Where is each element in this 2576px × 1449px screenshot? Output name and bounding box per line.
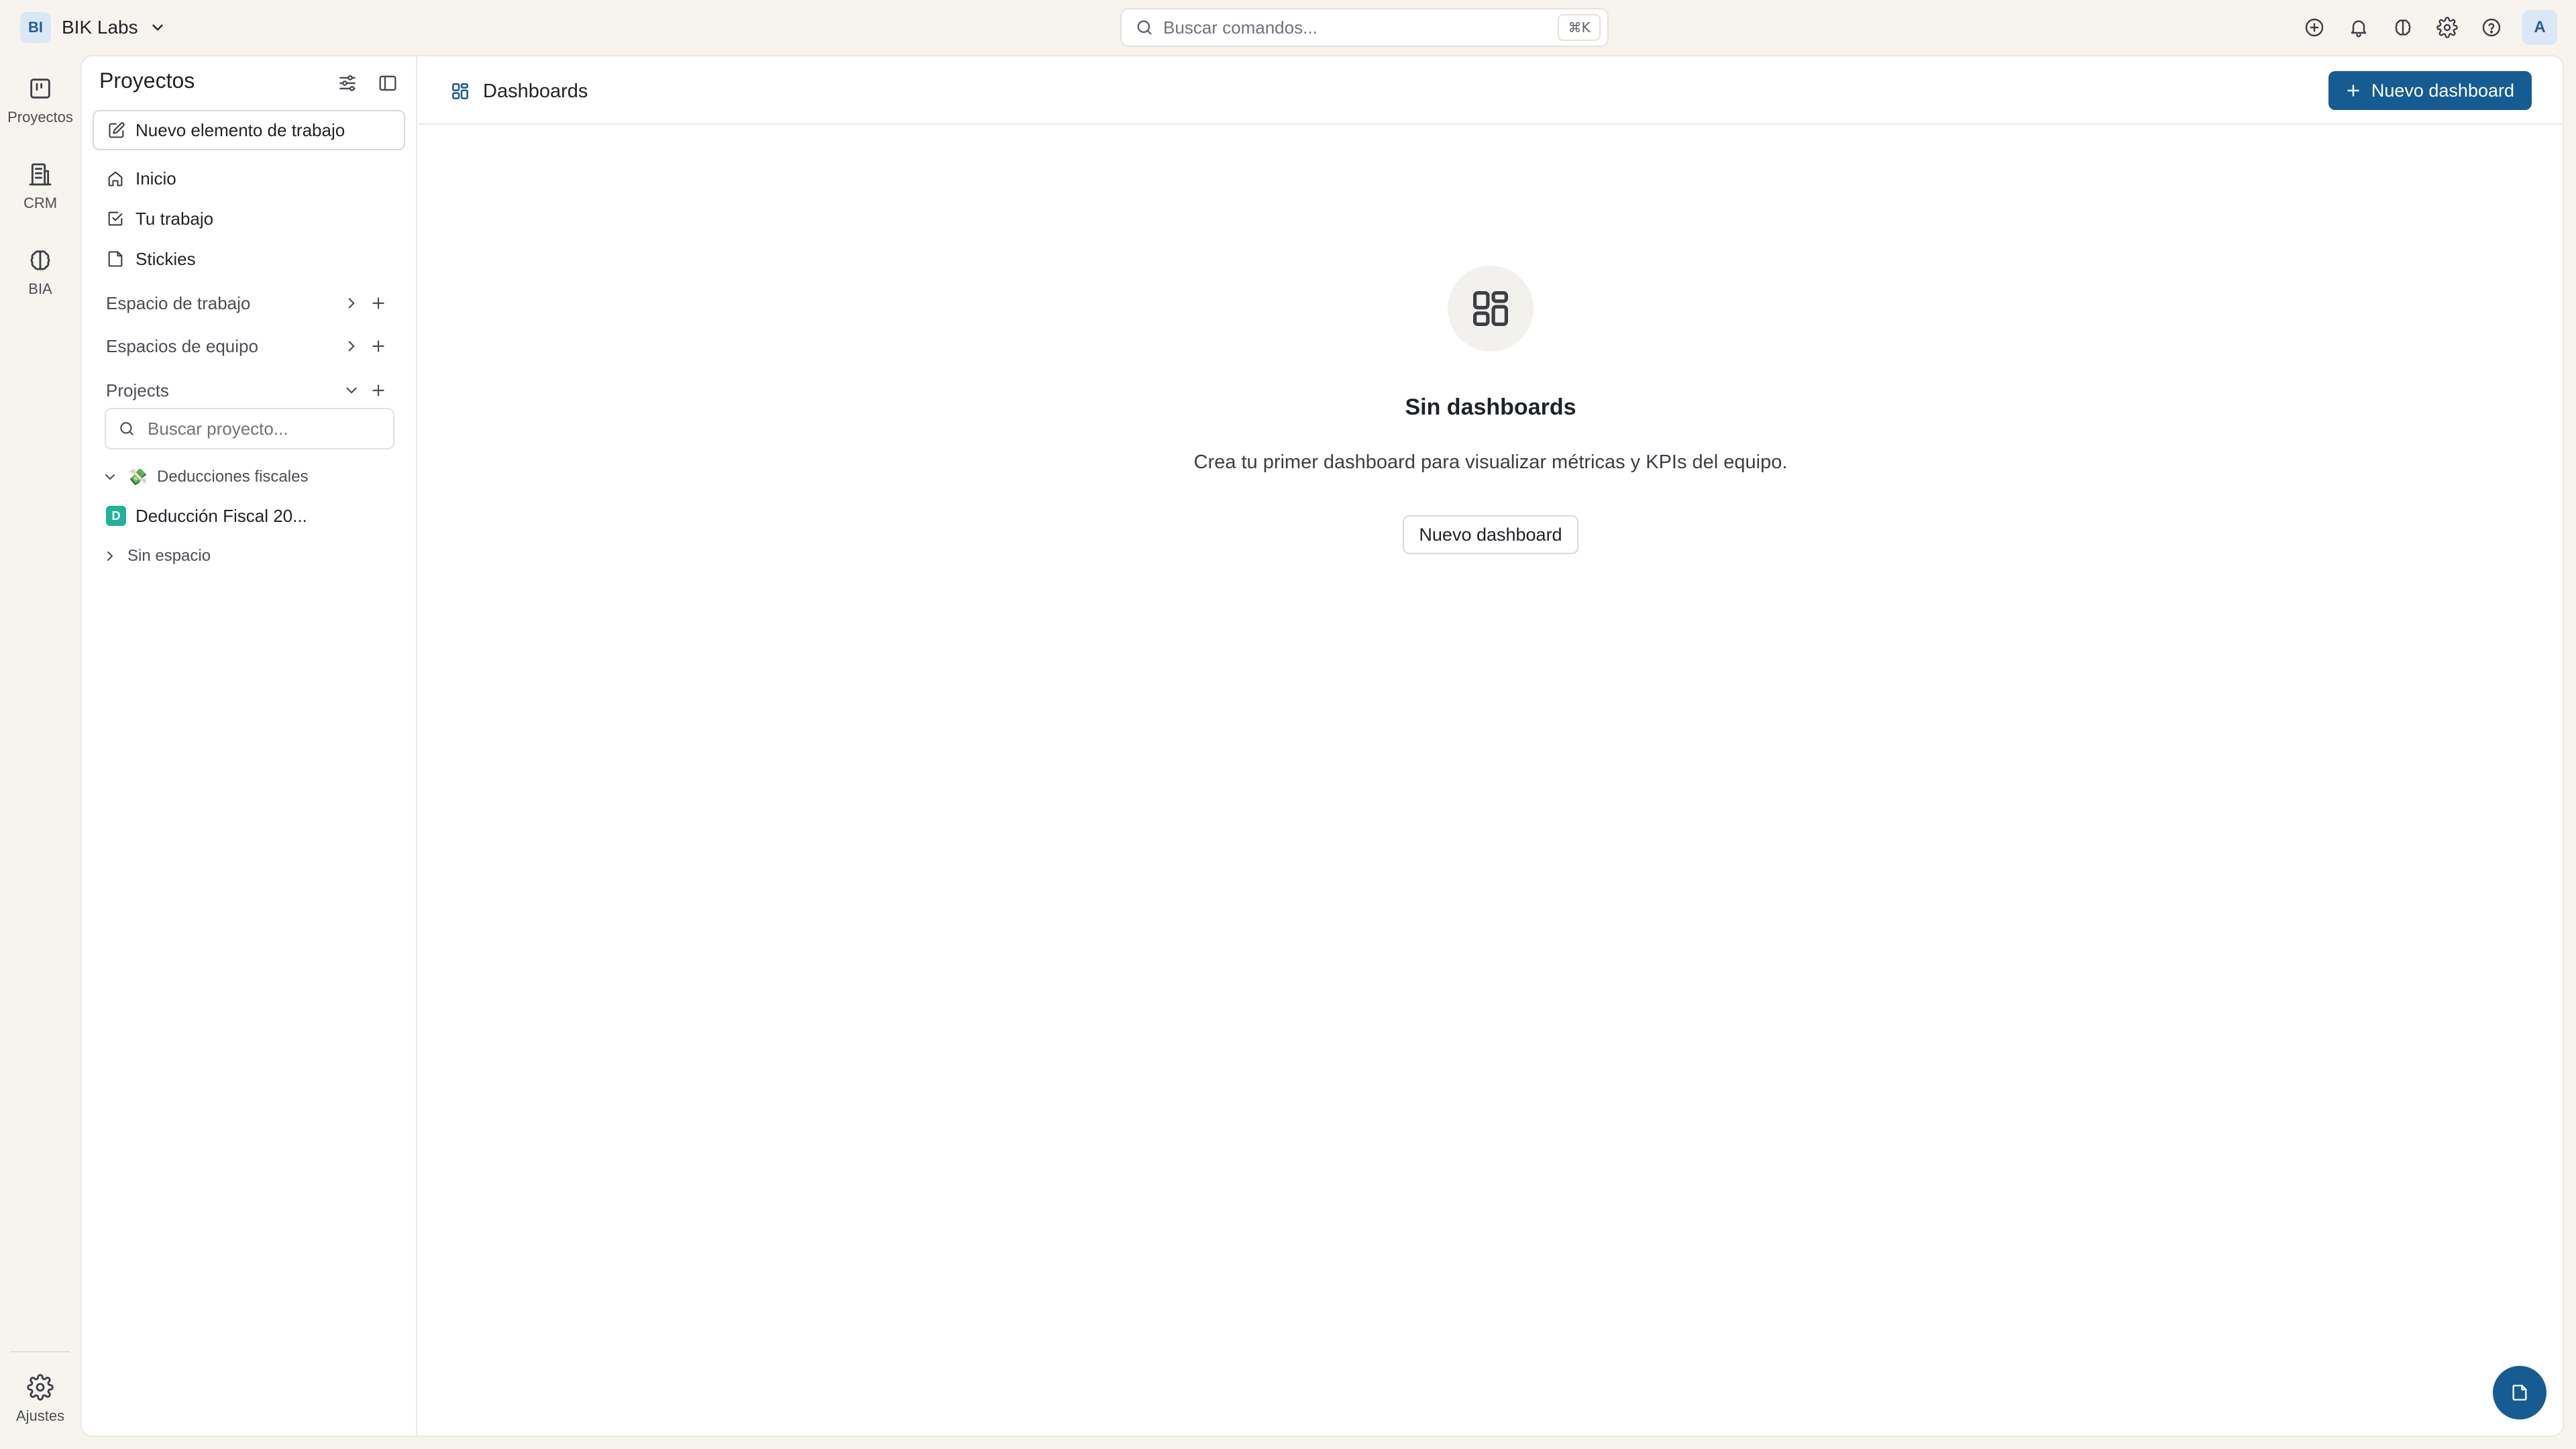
chevron-down-icon xyxy=(152,24,163,31)
workspace-switcher[interactable]: BI BIK Labs xyxy=(20,12,166,43)
content-header: Dashboards Nuevo dashboard xyxy=(419,56,2563,125)
home-icon xyxy=(108,171,123,186)
empty-state-description: Crea tu primer dashboard para visualizar… xyxy=(1193,451,1788,473)
rail-item-ajustes[interactable]: Ajustes xyxy=(0,1374,80,1448)
help-icon[interactable] xyxy=(2475,11,2508,44)
building-icon xyxy=(29,163,52,186)
rail-item-crm[interactable]: CRM xyxy=(0,161,80,235)
command-search[interactable]: ⌘K xyxy=(1120,8,1609,47)
tree-group-label: Sin espacio xyxy=(127,547,211,565)
bell-icon[interactable] xyxy=(2343,11,2375,44)
chevron-right-icon[interactable] xyxy=(338,333,365,360)
top-bar: BI BIK Labs ⌘K A xyxy=(0,0,2576,55)
rail-label: BIA xyxy=(28,280,52,297)
workspace-badge: BI xyxy=(20,12,51,43)
add-circle-icon[interactable] xyxy=(2298,11,2330,44)
tree-group-deducciones[interactable]: 💸 Deducciones fiscales xyxy=(102,460,404,494)
new-dashboard-label: Nuevo dashboard xyxy=(2371,80,2514,101)
sliders-icon[interactable] xyxy=(333,68,362,98)
dashboard-icon xyxy=(1473,291,1508,326)
project-label: Deducción Fiscal 20... xyxy=(136,505,307,526)
brain-icon xyxy=(30,250,50,270)
check-square-icon xyxy=(108,211,123,226)
dashboards-content: Dashboards Nuevo dashboard Sin dashboard… xyxy=(419,56,2563,1436)
sidebar-item-label: Tu trabajo xyxy=(136,208,214,229)
empty-state: Sin dashboards Crea tu primer dashboard … xyxy=(419,266,2563,554)
header-actions: A xyxy=(2298,9,2557,46)
empty-new-dashboard-button[interactable]: Nuevo dashboard xyxy=(1403,515,1578,554)
new-work-item-label: Nuevo elemento de trabajo xyxy=(136,119,345,140)
page-title-text: Dashboards xyxy=(483,80,588,102)
sidebar-title: Proyectos xyxy=(99,68,195,93)
user-avatar[interactable]: A xyxy=(2522,10,2557,45)
project-search-input[interactable] xyxy=(148,418,381,439)
tree-group-sin-espacio[interactable]: Sin espacio xyxy=(102,539,404,573)
plus-icon xyxy=(2347,85,2359,97)
sidebar-item-label: Inicio xyxy=(136,168,176,189)
rail-item-proyectos[interactable]: Proyectos xyxy=(0,75,80,149)
section-espacios-de-equipo: Espacios de equipo xyxy=(93,329,405,364)
tree-group-label: Deducciones fiscales xyxy=(157,468,309,486)
rail-label: Ajustes xyxy=(15,1407,65,1424)
chevron-down-icon xyxy=(105,474,115,480)
rail-divider xyxy=(11,1351,70,1352)
rail-label: CRM xyxy=(23,195,58,211)
sticky-note-icon xyxy=(2512,1385,2527,1401)
project-item[interactable]: D Deducción Fiscal 20... xyxy=(106,499,408,533)
brain-icon[interactable] xyxy=(2387,11,2419,44)
project-search[interactable] xyxy=(105,408,394,449)
projects-sidebar: Proyectos Nuevo elemento de trabajo Inic… xyxy=(82,56,417,1436)
sidebar-tools xyxy=(333,68,402,98)
floating-action-button[interactable] xyxy=(2493,1366,2546,1419)
search-icon xyxy=(1137,20,1152,35)
section-projects: Projects xyxy=(93,373,405,408)
sidebar-toggle-icon[interactable] xyxy=(373,68,402,98)
main-panel: Proyectos Nuevo elemento de trabajo Inic… xyxy=(80,55,2564,1437)
plus-icon[interactable] xyxy=(365,377,392,404)
plus-icon[interactable] xyxy=(365,333,392,360)
section-espacio-de-trabajo: Espacio de trabajo xyxy=(93,286,405,321)
workspace-name: BIK Labs xyxy=(62,17,138,38)
gear-icon xyxy=(27,1374,54,1401)
chevron-right-icon xyxy=(107,551,113,561)
new-dashboard-button[interactable]: Nuevo dashboard xyxy=(2328,71,2532,110)
edit-icon xyxy=(109,122,125,138)
money-emoji-icon: 💸 xyxy=(127,468,148,486)
command-search-input[interactable] xyxy=(1163,17,1548,38)
page-title: Dashboards xyxy=(449,76,588,106)
chevron-right-icon[interactable] xyxy=(338,290,365,317)
section-label[interactable]: Projects xyxy=(106,380,338,401)
section-label[interactable]: Espacios de equipo xyxy=(106,336,338,357)
empty-state-title: Sin dashboards xyxy=(1405,394,1576,420)
sidebar-item-tu-trabajo[interactable]: Tu trabajo xyxy=(93,201,405,236)
gear-icon[interactable] xyxy=(2431,11,2463,44)
plus-icon[interactable] xyxy=(365,290,392,317)
project-badge: D xyxy=(106,506,126,526)
chevron-down-icon[interactable] xyxy=(338,377,365,404)
dashboard-icon xyxy=(452,83,468,99)
app-rail: Proyectos CRM BIA Ajustes xyxy=(0,55,80,1449)
rail-label: Proyectos xyxy=(7,109,73,125)
sidebar-item-label: Stickies xyxy=(136,248,196,269)
search-icon xyxy=(120,422,133,435)
new-work-item-button[interactable]: Nuevo elemento de trabajo xyxy=(93,110,405,150)
section-label[interactable]: Espacio de trabajo xyxy=(106,293,338,314)
rail-item-bia[interactable]: BIA xyxy=(0,247,80,321)
kanban-icon xyxy=(30,78,50,99)
sticky-note-icon xyxy=(108,251,123,267)
sidebar-item-inicio[interactable]: Inicio xyxy=(93,161,405,196)
empty-state-icon xyxy=(1448,266,1534,352)
sidebar-item-stickies[interactable]: Stickies xyxy=(93,241,405,276)
shortcut-hint: ⌘K xyxy=(1558,14,1601,41)
